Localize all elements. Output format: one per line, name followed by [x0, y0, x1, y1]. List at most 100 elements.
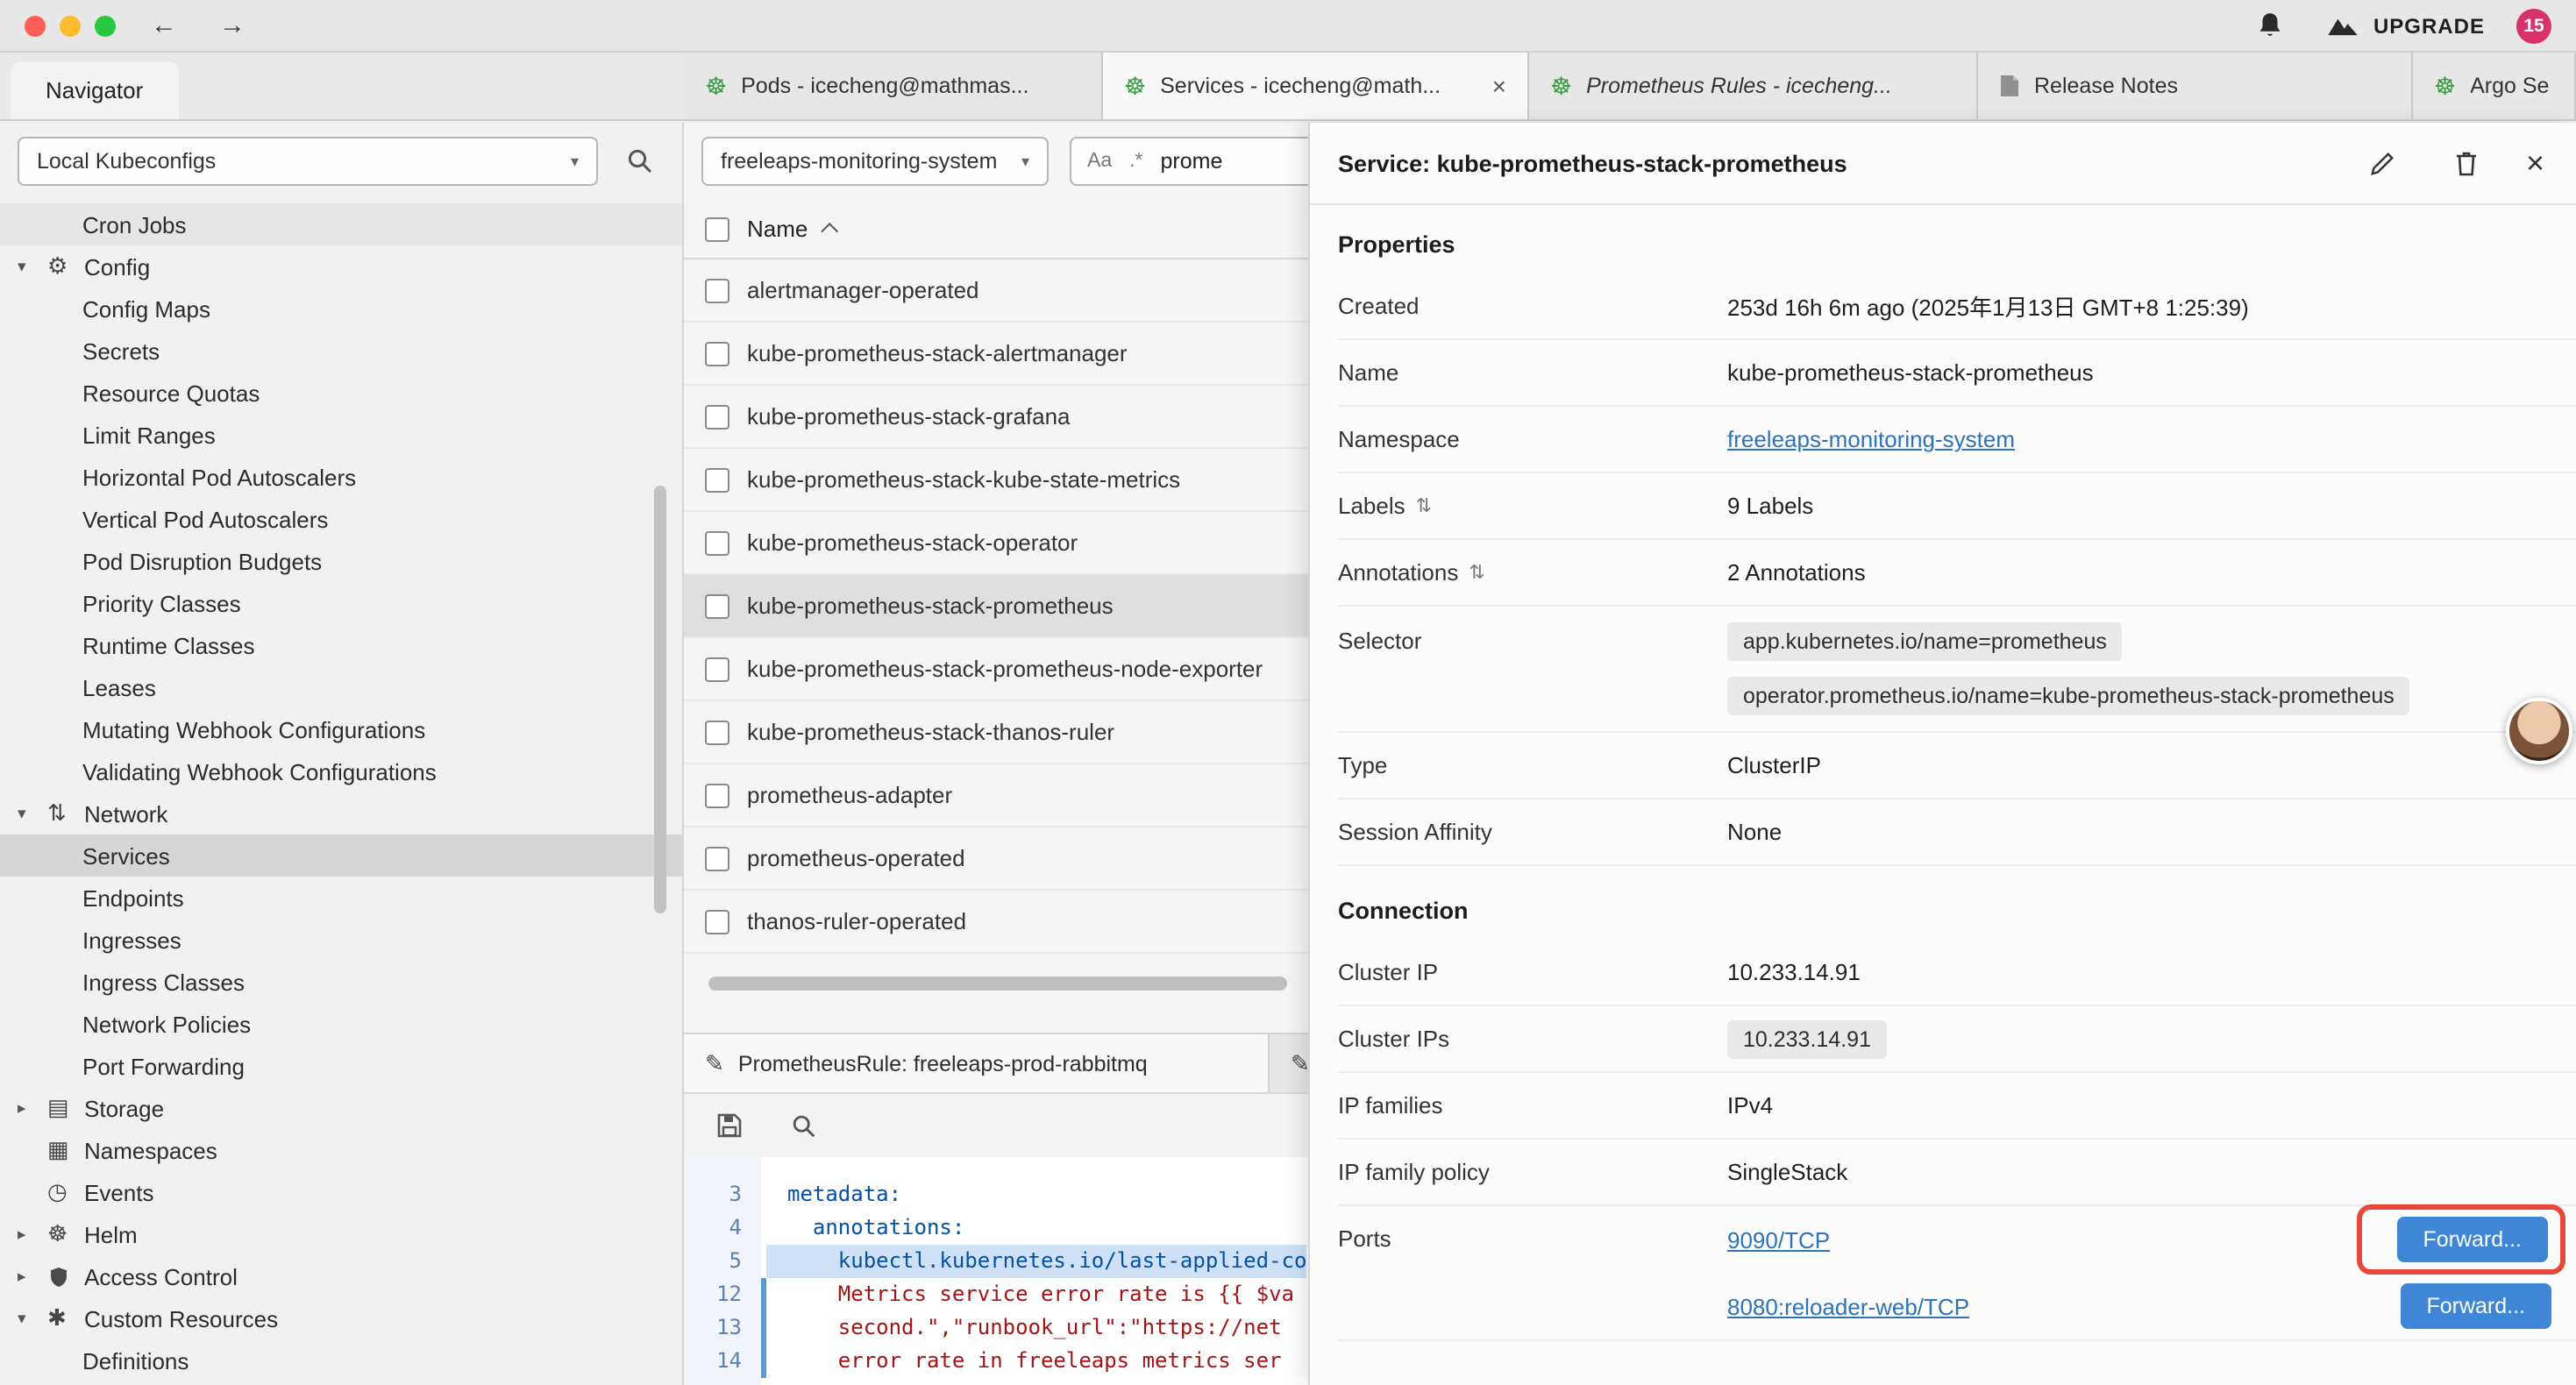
table-row[interactable]: kube-prometheus-stack-alertmanager: [684, 323, 1308, 386]
forward-button[interactable]: Forward...: [2400, 1283, 2551, 1329]
namespace-link[interactable]: freeleaps-monitoring-system: [1727, 426, 2015, 452]
sidebar-item-horizontal-pod-autoscalers[interactable]: Horizontal Pod Autoscalers: [0, 456, 682, 498]
sidebar-item-services[interactable]: Services: [0, 835, 682, 877]
sidebar-item-port-forwarding[interactable]: Port Forwarding: [0, 1045, 682, 1087]
sidebar-item-validating-webhook-configurations[interactable]: Validating Webhook Configurations: [0, 750, 682, 792]
table-row[interactable]: prometheus-operated: [684, 827, 1308, 891]
notification-count-badge[interactable]: 15: [2516, 8, 2551, 43]
tab-argo[interactable]: ☸ Argo Se: [2413, 53, 2576, 119]
horizontal-scrollbar[interactable]: [708, 977, 1287, 991]
sidebar-item-namespaces[interactable]: ▦Namespaces: [0, 1129, 682, 1171]
sidebar-item-label: Network: [84, 800, 167, 827]
port-link[interactable]: 8080:reloader-web/TCP: [1727, 1293, 1969, 1319]
sidebar-item-network[interactable]: ▾⇅Network: [0, 792, 682, 835]
sidebar-item-network-policies[interactable]: Network Policies: [0, 1003, 682, 1045]
row-checkbox[interactable]: [705, 846, 729, 870]
namespace-select[interactable]: freeleaps-monitoring-system ▾: [701, 137, 1049, 186]
dock-tab-partial[interactable]: ✎: [1270, 1034, 1308, 1092]
zoom-window-button[interactable]: [95, 15, 116, 36]
row-checkbox[interactable]: [705, 783, 729, 807]
table-row[interactable]: kube-prometheus-stack-operator: [684, 512, 1308, 575]
forward-button[interactable]: Forward...: [2396, 1217, 2548, 1262]
chevron-right-icon: ▸: [18, 1225, 47, 1244]
regex-toggle[interactable]: .*: [1129, 151, 1142, 172]
tab-pods[interactable]: ☸ Pods - icecheng@mathmas...: [684, 53, 1103, 119]
sidebar-item-limit-ranges[interactable]: Limit Ranges: [0, 414, 682, 456]
table-row[interactable]: prometheus-adapter: [684, 764, 1308, 827]
sidebar-item-pod-disruption-budgets[interactable]: Pod Disruption Budgets: [0, 540, 682, 582]
table-row[interactable]: thanos-ruler-operated: [684, 891, 1308, 954]
kubeconfig-scope-select[interactable]: Local Kubeconfigs ▾: [18, 137, 598, 186]
table-row[interactable]: kube-prometheus-stack-prometheus: [684, 575, 1308, 638]
sidebar-scrollbar[interactable]: [654, 486, 666, 913]
navigator-tab[interactable]: Navigator: [11, 61, 178, 119]
search-input[interactable]: Aa .* prome: [1070, 137, 1308, 186]
sidebar-item-leases[interactable]: Leases: [0, 666, 682, 708]
row-checkbox[interactable]: [705, 467, 729, 492]
table-row[interactable]: kube-prometheus-stack-kube-state-metrics: [684, 449, 1308, 512]
line-number: 4: [684, 1211, 761, 1245]
sidebar-item-label: Definitions: [82, 1347, 189, 1374]
select-all-checkbox[interactable]: [705, 217, 729, 241]
sidebar-search-icon[interactable]: [616, 137, 665, 186]
sidebar-item-vertical-pod-autoscalers[interactable]: Vertical Pod Autoscalers: [0, 498, 682, 540]
dock-tab-prometheusrule[interactable]: ✎ PrometheusRule: freeleaps-prod-rabbitm…: [684, 1034, 1270, 1092]
sidebar-item-config-maps[interactable]: Config Maps: [0, 288, 682, 330]
navigator-header: Navigator: [0, 53, 684, 119]
tab-release-notes[interactable]: Release Notes: [1978, 53, 2413, 119]
tab-prometheus-rules[interactable]: ☸ Prometheus Rules - icecheng...: [1529, 53, 1978, 119]
row-checkbox[interactable]: [705, 909, 729, 934]
sidebar-item-cron-jobs[interactable]: Cron Jobs: [0, 203, 682, 245]
sidebar-item-secrets[interactable]: Secrets: [0, 330, 682, 372]
sidebar-item-endpoints[interactable]: Endpoints: [0, 877, 682, 919]
close-icon[interactable]: ×: [2526, 147, 2544, 179]
line-number: 14: [684, 1345, 761, 1378]
back-arrow-icon[interactable]: ←: [151, 11, 177, 40]
sidebar-item-resource-quotas[interactable]: Resource Quotas: [0, 372, 682, 414]
upgrade-button[interactable]: UPGRADE: [2326, 13, 2485, 38]
yaml-editor[interactable]: 3metadata:4 annotations:5 kubectl.kubern…: [684, 1157, 1308, 1385]
sidebar-item-custom-resources[interactable]: ▾✱Custom Resources: [0, 1297, 682, 1339]
sidebar-item-access-control[interactable]: ▸Access Control: [0, 1255, 682, 1297]
tab-close-icon[interactable]: ×: [1492, 72, 1506, 100]
name-column-header[interactable]: Name: [747, 216, 808, 242]
editor-dock: ✎ PrometheusRule: freeleaps-prod-rabbitm…: [684, 1033, 1308, 1385]
edit-icon[interactable]: [2358, 138, 2407, 188]
sort-ascending-icon[interactable]: [821, 223, 838, 240]
table-row[interactable]: kube-prometheus-stack-thanos-ruler: [684, 701, 1308, 764]
edit-pencil-icon: ✎: [1291, 1049, 1308, 1077]
table-row[interactable]: alertmanager-operated: [684, 259, 1308, 323]
sidebar-item-ingresses[interactable]: Ingresses: [0, 919, 682, 961]
save-icon[interactable]: [705, 1101, 754, 1150]
forward-arrow-icon[interactable]: →: [219, 11, 246, 40]
sidebar-item-config[interactable]: ▾⚙Config: [0, 245, 682, 288]
user-avatar[interactable]: [2506, 698, 2572, 764]
close-window-button[interactable]: [25, 15, 46, 36]
row-checkbox[interactable]: [705, 657, 729, 681]
unfold-more-icon[interactable]: ⇅: [1469, 561, 1484, 584]
sidebar-item-events[interactable]: ◷Events: [0, 1171, 682, 1213]
row-checkbox[interactable]: [705, 530, 729, 555]
editor-search-icon[interactable]: [779, 1101, 828, 1150]
sidebar-item-storage[interactable]: ▸▤Storage: [0, 1087, 682, 1129]
sidebar-item-helm[interactable]: ▸☸Helm: [0, 1213, 682, 1255]
match-case-toggle[interactable]: Aa: [1087, 151, 1112, 172]
sidebar-item-mutating-webhook-configurations[interactable]: Mutating Webhook Configurations: [0, 708, 682, 750]
table-row[interactable]: kube-prometheus-stack-prometheus-node-ex…: [684, 638, 1308, 701]
sidebar-item-runtime-classes[interactable]: Runtime Classes: [0, 624, 682, 666]
minimize-window-button[interactable]: [60, 15, 81, 36]
tab-services[interactable]: ☸ Services - icecheng@math... ×: [1103, 53, 1529, 119]
row-checkbox[interactable]: [705, 720, 729, 744]
row-checkbox[interactable]: [705, 404, 729, 429]
notifications-bell-icon[interactable]: [2245, 1, 2295, 50]
delete-trash-icon[interactable]: [2442, 138, 2491, 188]
sidebar-item-priority-classes[interactable]: Priority Classes: [0, 582, 682, 624]
sidebar-item-definitions[interactable]: Definitions: [0, 1339, 682, 1381]
row-checkbox[interactable]: [705, 278, 729, 302]
table-row[interactable]: kube-prometheus-stack-grafana: [684, 386, 1308, 449]
unfold-more-icon[interactable]: ⇅: [1416, 494, 1432, 517]
port-link[interactable]: 9090/TCP: [1727, 1226, 1830, 1253]
row-checkbox[interactable]: [705, 341, 729, 366]
sidebar-item-ingress-classes[interactable]: Ingress Classes: [0, 961, 682, 1003]
row-checkbox[interactable]: [705, 593, 729, 618]
